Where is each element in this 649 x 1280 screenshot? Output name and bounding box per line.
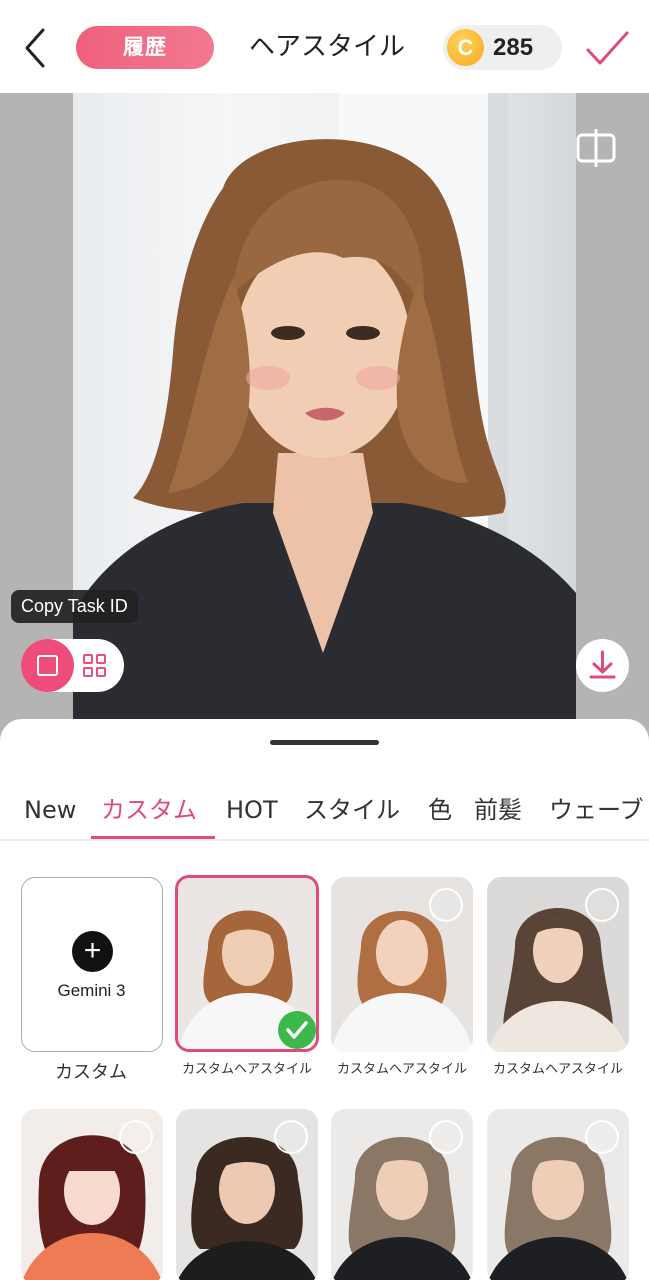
copy-task-id-tooltip[interactable]: Copy Task ID	[11, 590, 138, 623]
selected-check-icon	[278, 1011, 316, 1049]
style-tile-6[interactable]	[331, 1109, 473, 1280]
page-title: ヘアスタイル	[248, 32, 405, 62]
style-tile-5[interactable]	[176, 1109, 318, 1280]
select-radio[interactable]	[585, 1120, 619, 1154]
tab-bangs[interactable]: 前髪	[474, 789, 522, 839]
checkmark-icon	[586, 31, 629, 65]
single-view-button[interactable]	[21, 639, 74, 692]
result-photo[interactable]	[73, 93, 576, 763]
top-bar: 履歴 ヘアスタイル C 285	[0, 0, 649, 93]
coin-count: 285	[493, 34, 534, 61]
style-bottom-sheet: New カスタム HOT スタイル 色 前髪 ウェーブ + Gemini 3 カ…	[0, 719, 649, 1280]
single-view-icon	[37, 655, 58, 676]
tab-color[interactable]: 色	[428, 789, 452, 839]
photo-stage: Copy Task ID	[0, 93, 649, 763]
style-tile-3[interactable]	[487, 877, 629, 1052]
style-tile-1[interactable]	[175, 875, 319, 1052]
custom-gemini-tile[interactable]: + Gemini 3	[21, 877, 163, 1052]
chevron-left-icon	[25, 28, 45, 68]
grid-view-icon[interactable]	[83, 654, 107, 678]
style-tile-7[interactable]	[487, 1109, 629, 1280]
view-mode-toggle	[21, 639, 124, 692]
tab-custom[interactable]: カスタム	[101, 789, 197, 839]
tab-style[interactable]: スタイル	[304, 789, 400, 839]
plus-icon: +	[72, 931, 113, 972]
style-tile-2[interactable]	[331, 877, 473, 1052]
select-radio[interactable]	[585, 888, 619, 922]
confirm-button[interactable]	[584, 27, 630, 71]
tile-caption: カスタム	[55, 1062, 127, 1083]
tab-new[interactable]: New	[24, 789, 76, 839]
style-tile-4[interactable]	[21, 1109, 163, 1280]
gemini-label: Gemini 3	[57, 981, 126, 1000]
select-radio[interactable]	[274, 1120, 308, 1154]
tile-caption: カスタムヘアスタイル	[181, 1062, 312, 1077]
back-button[interactable]	[18, 26, 54, 70]
select-radio[interactable]	[429, 1120, 463, 1154]
tab-wave[interactable]: ウェーブ	[549, 789, 644, 839]
tile-caption: カスタムヘアスタイル	[336, 1062, 467, 1077]
tile-caption: カスタムヘアスタイル	[492, 1062, 623, 1077]
select-radio[interactable]	[429, 888, 463, 922]
coin-balance[interactable]: C 285	[443, 25, 562, 70]
coin-icon: C	[447, 29, 484, 66]
download-icon	[589, 650, 616, 679]
active-tab-indicator	[91, 836, 215, 839]
tab-hot[interactable]: HOT	[226, 789, 278, 839]
history-button[interactable]: 履歴	[76, 26, 214, 69]
select-radio[interactable]	[119, 1120, 153, 1154]
category-tabs: New カスタム HOT スタイル 色 前髪 ウェーブ	[0, 789, 649, 841]
drag-handle[interactable]	[270, 740, 379, 745]
download-button[interactable]	[576, 639, 629, 692]
compare-icon[interactable]	[575, 127, 617, 169]
